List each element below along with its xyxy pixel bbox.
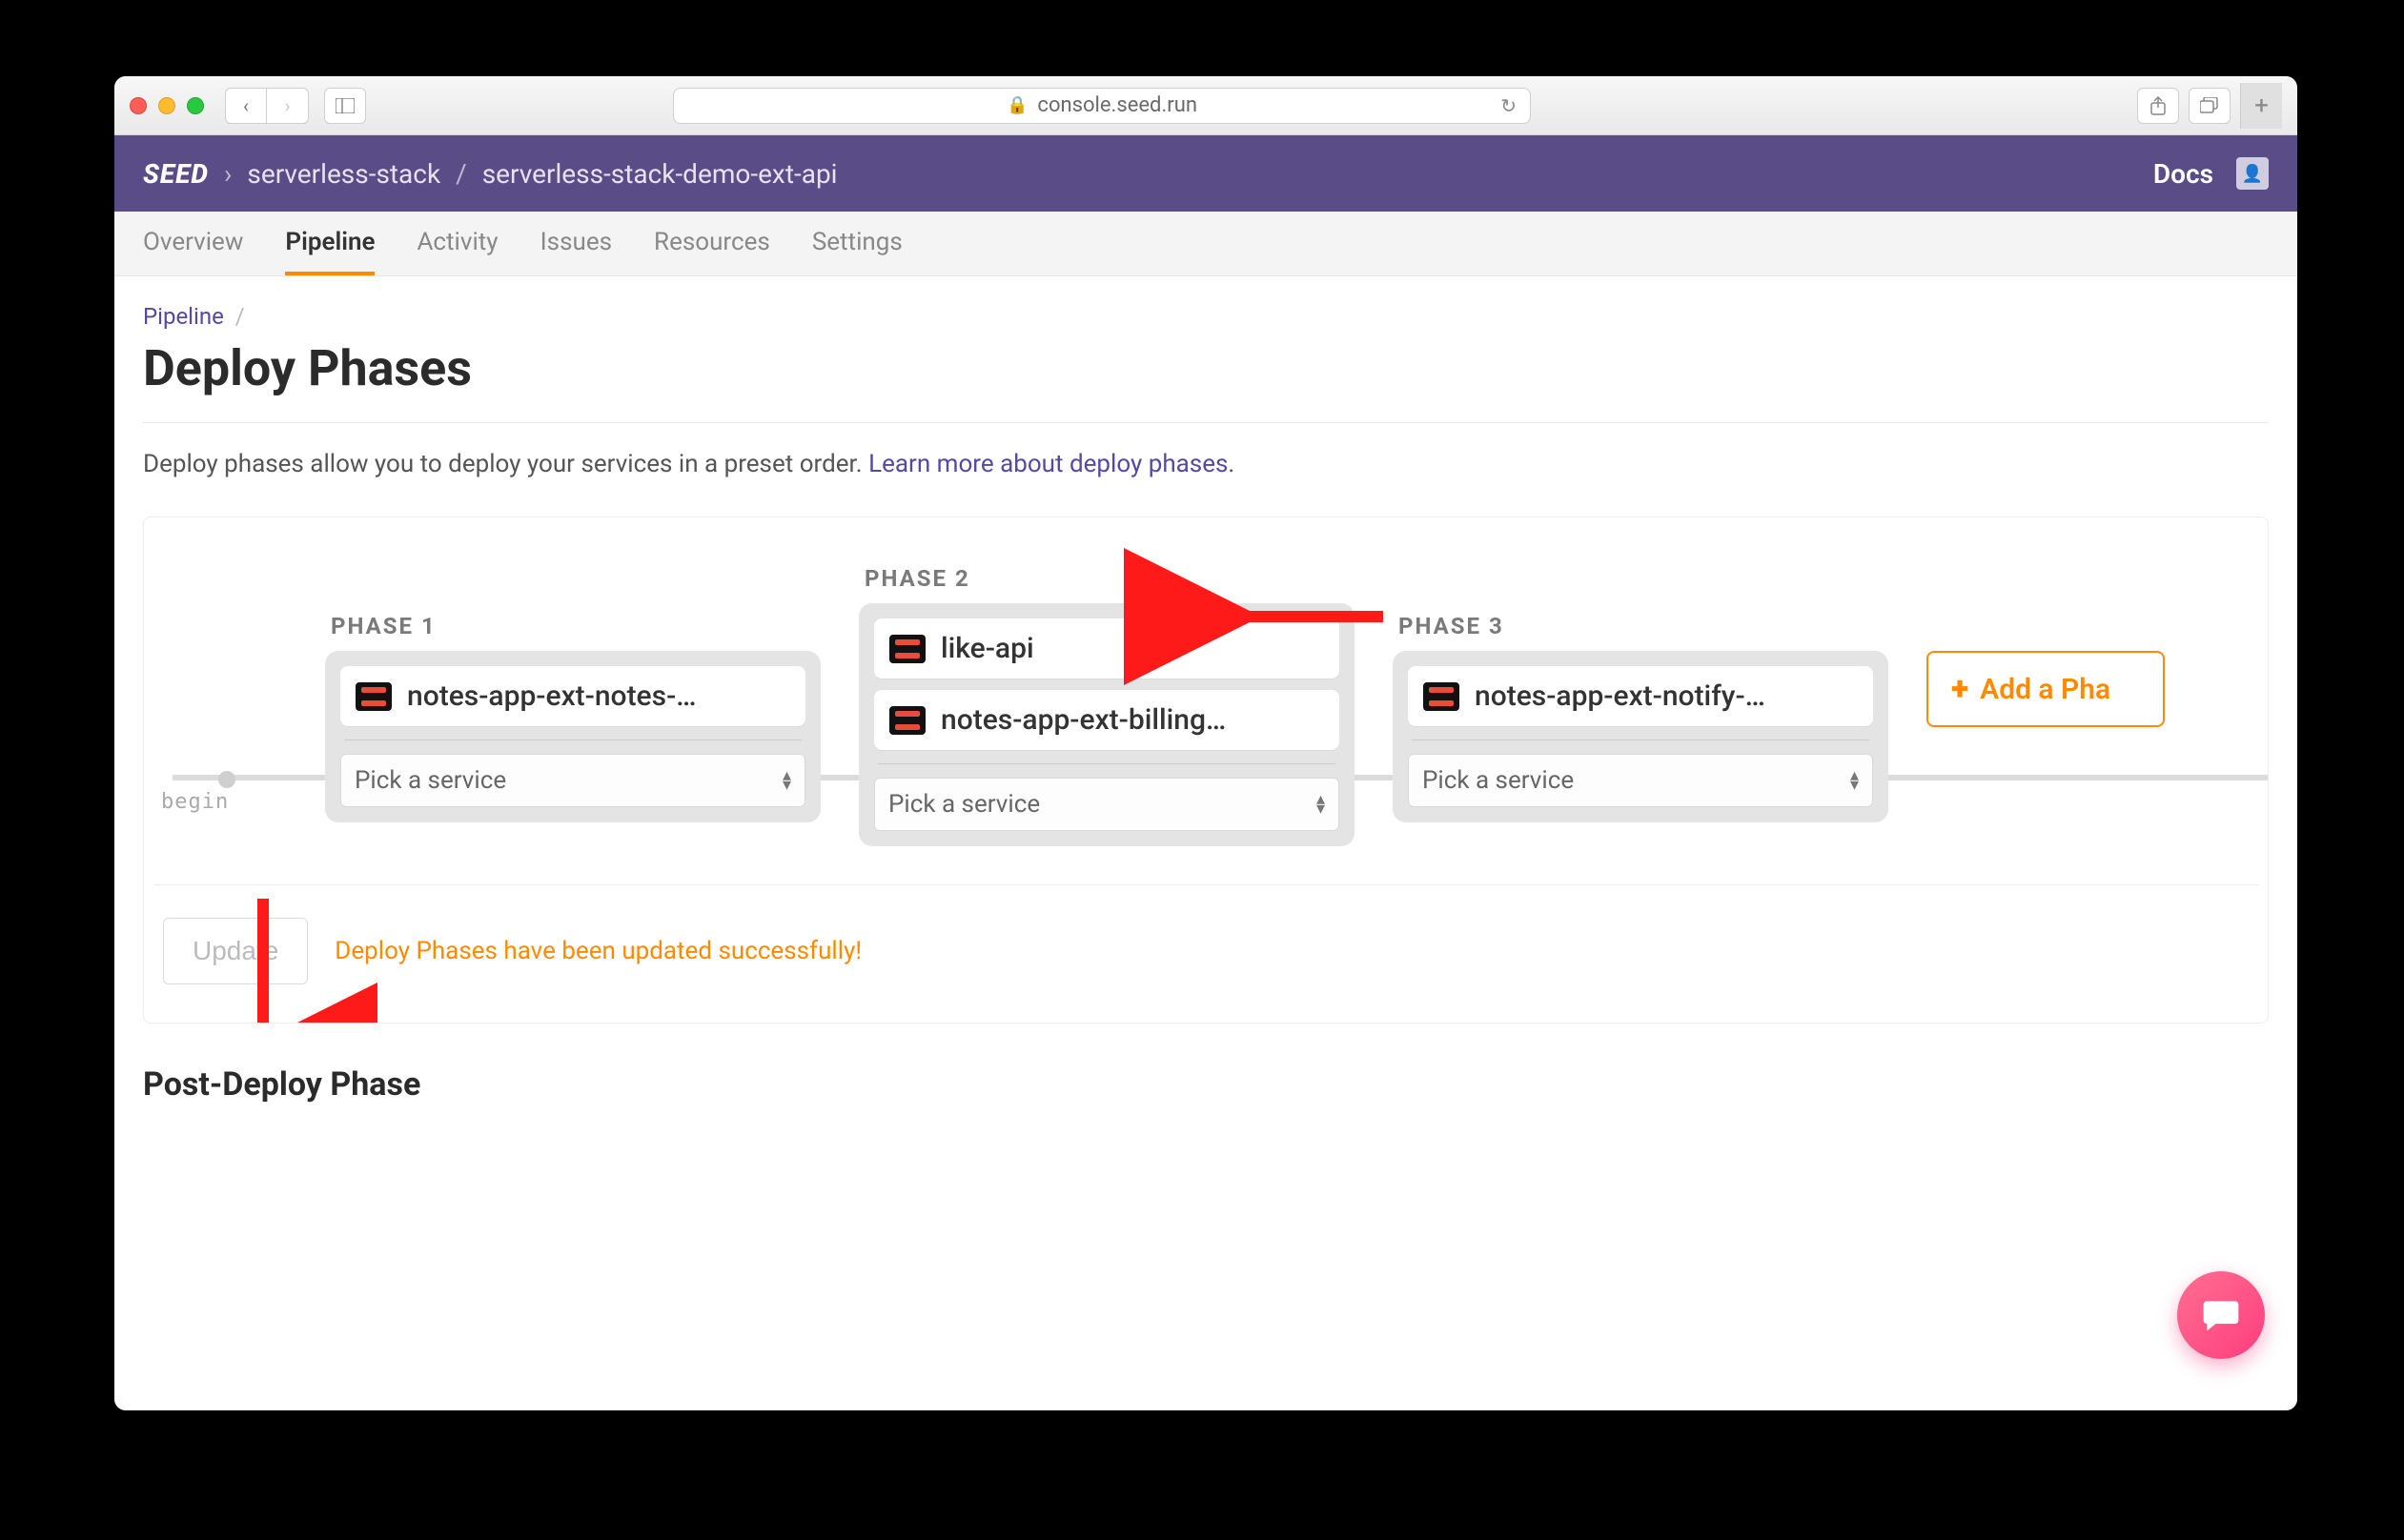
- maximize-window-icon[interactable]: [187, 97, 204, 114]
- avatar[interactable]: 👤: [2236, 157, 2269, 190]
- forward-button[interactable]: ›: [267, 88, 309, 124]
- minimize-window-icon[interactable]: [158, 97, 175, 114]
- phase-box: notes-app-ext-notify-… Pick a service ▴▾: [1393, 651, 1888, 822]
- tab-settings[interactable]: Settings: [812, 212, 903, 275]
- tab-overview[interactable]: Overview: [143, 212, 243, 275]
- new-tab-button[interactable]: +: [2240, 83, 2282, 129]
- service-chip[interactable]: notes-app-ext-notify-…: [1408, 666, 1873, 726]
- service-picker[interactable]: Pick a service ▴▾: [874, 778, 1339, 831]
- phase-label: PHASE 3: [1398, 613, 1888, 639]
- service-picker[interactable]: Pick a service ▴▾: [1408, 754, 1873, 807]
- sidebar-toggle-button[interactable]: [324, 88, 366, 124]
- docs-link[interactable]: Docs: [2153, 158, 2213, 190]
- breadcrumb-sep: /: [456, 158, 467, 190]
- chat-button[interactable]: [2177, 1271, 2265, 1359]
- main-content: Pipeline / Deploy Phases Deploy phases a…: [114, 276, 2297, 1410]
- service-chip[interactable]: notes-app-ext-notes-…: [340, 666, 805, 726]
- close-window-icon[interactable]: [130, 97, 147, 114]
- app-header: SEED › serverless-stack / serverless-sta…: [114, 135, 2297, 212]
- nav-buttons: ‹ ›: [225, 88, 309, 124]
- plus-icon: +: [1951, 670, 1968, 708]
- page-title: Deploy Phases: [143, 339, 2269, 397]
- phase-board: begin PHASE 1 notes-app-ext-notes-…: [143, 517, 2269, 1023]
- nav-tabs: Overview Pipeline Activity Issues Resour…: [114, 212, 2297, 276]
- page-description: Deploy phases allow you to deploy your s…: [143, 450, 2269, 478]
- browser-titlebar: ‹ › 🔒 console.seed.run ↻ +: [114, 76, 2297, 135]
- breadcrumb-org[interactable]: serverless-stack: [247, 158, 440, 190]
- chat-icon: [2200, 1294, 2242, 1336]
- seed-logo[interactable]: SEED: [143, 158, 209, 190]
- phase-label: PHASE 2: [865, 565, 1355, 592]
- url-text: console.seed.run: [1037, 93, 1197, 117]
- update-button[interactable]: Update: [163, 918, 308, 984]
- service-chip[interactable]: like-api: [874, 618, 1339, 679]
- breadcrumb-app[interactable]: serverless-stack-demo-ext-api: [482, 158, 838, 190]
- tab-pipeline[interactable]: Pipeline: [285, 212, 375, 275]
- success-message: Deploy Phases have been updated successf…: [335, 937, 862, 965]
- back-button[interactable]: ‹: [225, 88, 267, 124]
- tabs-button[interactable]: [2189, 88, 2231, 124]
- browser-window: ‹ › 🔒 console.seed.run ↻ +: [114, 76, 2297, 1410]
- service-icon: [889, 635, 926, 663]
- tab-resources[interactable]: Resources: [654, 212, 770, 275]
- breadcrumb-sep: ›: [224, 158, 232, 190]
- post-deploy-heading: Post-Deploy Phase: [143, 1065, 2269, 1104]
- phase-box: like-api notes-app-ext-billing… Pick a s…: [859, 603, 1355, 846]
- phase-column: PHASE 2 like-api notes-app-ext-billing…: [859, 565, 1355, 846]
- learn-more-link[interactable]: Learn more about deploy phases: [868, 450, 1228, 478]
- phase-column: PHASE 1 notes-app-ext-notes-… Pick a ser…: [325, 613, 821, 822]
- add-phase-button[interactable]: + Add a Pha: [1926, 651, 2165, 727]
- divider: [143, 422, 2269, 423]
- service-icon: [1423, 682, 1459, 711]
- reload-icon[interactable]: ↻: [1500, 94, 1517, 117]
- service-icon: [889, 706, 926, 735]
- share-button[interactable]: [2137, 88, 2179, 124]
- tab-activity[interactable]: Activity: [417, 212, 498, 275]
- lock-icon: 🔒: [1007, 95, 1028, 115]
- service-chip[interactable]: notes-app-ext-billing…: [874, 690, 1339, 750]
- divider: [878, 763, 1335, 764]
- service-picker[interactable]: Pick a service ▴▾: [340, 754, 805, 807]
- tab-issues[interactable]: Issues: [540, 212, 612, 275]
- phase-box: notes-app-ext-notes-… Pick a service ▴▾: [325, 651, 821, 822]
- service-icon: [356, 682, 392, 711]
- breadcrumb-root[interactable]: Pipeline: [143, 303, 224, 330]
- phase-label: PHASE 1: [331, 613, 821, 639]
- chevron-updown-icon: ▴▾: [1850, 771, 1859, 790]
- phase-column: PHASE 3 notes-app-ext-notify-… Pick a se…: [1393, 613, 1888, 822]
- board-footer: Update Deploy Phases have been updated s…: [153, 884, 2258, 984]
- chevron-updown-icon: ▴▾: [783, 771, 791, 790]
- address-bar[interactable]: 🔒 console.seed.run ↻: [673, 88, 1531, 124]
- breadcrumb: Pipeline /: [143, 303, 2269, 330]
- chevron-updown-icon: ▴▾: [1316, 795, 1325, 814]
- window-controls: [130, 97, 204, 114]
